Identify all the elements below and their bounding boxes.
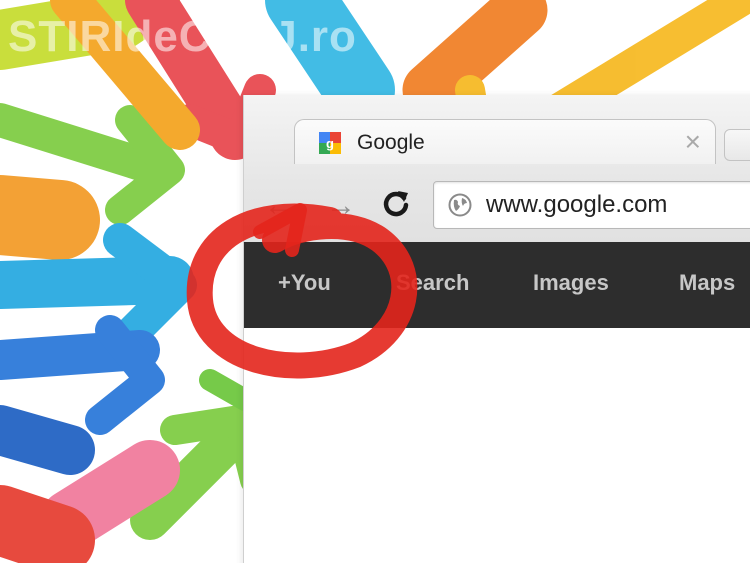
gbar-item-maps[interactable]: Maps bbox=[679, 270, 735, 296]
reload-icon[interactable] bbox=[380, 187, 412, 219]
svg-text:g: g bbox=[326, 136, 334, 151]
new-tab-button[interactable] bbox=[724, 129, 750, 161]
close-icon[interactable]: × bbox=[685, 126, 701, 158]
tab-title: Google bbox=[357, 131, 425, 154]
gbar-item-search[interactable]: Search bbox=[396, 270, 469, 296]
back-arrow-icon[interactable]: ← bbox=[264, 189, 294, 223]
arrow-orange-left bbox=[0, 175, 100, 260]
arrow-pink bbox=[40, 440, 180, 550]
browser-tab[interactable]: g Google × bbox=[294, 119, 716, 164]
watermark-text: STIRIdeCLUJ.ro bbox=[8, 12, 357, 61]
globe-icon bbox=[448, 193, 472, 217]
gbar-item-images[interactable]: Images bbox=[533, 270, 609, 296]
arrow-green-small bbox=[199, 369, 256, 411]
url-text: www.google.com bbox=[486, 191, 668, 218]
forward-arrow-icon[interactable]: → bbox=[326, 189, 356, 223]
google-g-icon: g bbox=[319, 132, 341, 154]
arrow-blue-3 bbox=[0, 405, 95, 475]
promo-illustration: STIRIdeCLUJ.ro g Google × ← → www.google… bbox=[0, 0, 750, 563]
page-content bbox=[244, 328, 750, 563]
arrow-red-bottom bbox=[0, 485, 95, 563]
gbar-item-you[interactable]: +You bbox=[278, 270, 331, 296]
google-bar: +You Search Images Maps bbox=[244, 242, 750, 328]
browser-window: g Google × ← → www.google.com +You Searc… bbox=[243, 95, 750, 563]
address-bar[interactable]: www.google.com bbox=[433, 181, 750, 229]
arrow-blue-1 bbox=[0, 256, 194, 309]
